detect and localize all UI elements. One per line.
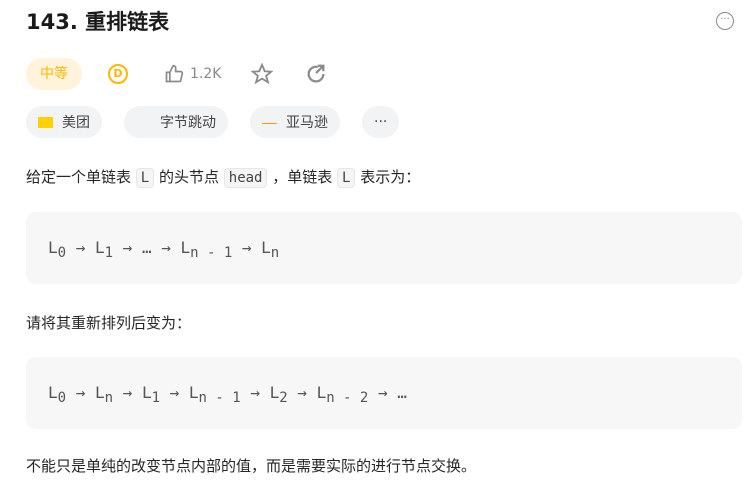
tag-amazon[interactable]: 亚马逊 — [250, 106, 340, 138]
code-text: → L — [232, 238, 271, 257]
company-tags: 美团 字节跳动 亚马逊 ··· — [26, 106, 400, 138]
code-text: → L — [113, 383, 152, 402]
problem-title: 143. 重排链表 — [26, 10, 170, 34]
code-subscript: n — [270, 245, 280, 261]
code-text: L — [48, 238, 58, 257]
meta-row: 中等 D 1.2K — [26, 58, 327, 90]
code-subscript: n - 1 — [198, 390, 241, 406]
code-text: → L — [240, 383, 280, 402]
description-paragraph-3: 不能只是单纯的改变节点内部的值，而是需要实际的进行节点交换。 — [26, 457, 477, 475]
description-paragraph-1: 给定一个单链表 L 的头节点 head ，单链表 L 表示为： — [26, 168, 421, 188]
code-subscript: n - 2 — [326, 390, 369, 406]
code-text: L — [48, 383, 58, 402]
thumbs-up-icon — [165, 64, 184, 83]
code-text: → L — [287, 383, 327, 402]
code-text: → L — [66, 238, 105, 257]
more-tags-button[interactable]: ··· — [362, 106, 400, 138]
like-count: 1.2K — [190, 66, 222, 82]
code-text: → L — [160, 383, 199, 402]
description-paragraph-2: 请将其重新排列后变为： — [26, 314, 192, 332]
code-subscript: n — [104, 390, 114, 406]
code-text: → … → L — [113, 238, 191, 257]
tag-bytedance[interactable]: 字节跳动 — [124, 106, 228, 138]
code-text: → … — [368, 383, 407, 402]
code-subscript: 1 — [151, 390, 161, 406]
code-text: → L — [66, 383, 105, 402]
code-subscript: 0 — [57, 245, 67, 261]
tag-meituan[interactable]: 美团 — [26, 106, 102, 138]
amazon-logo-icon — [262, 120, 277, 124]
coin-icon[interactable]: D — [108, 64, 128, 84]
code-subscript: n - 1 — [190, 245, 233, 261]
difficulty-badge: 中等 — [26, 58, 82, 90]
share-icon[interactable] — [305, 63, 327, 85]
more-options-icon[interactable]: ··· — [716, 12, 734, 30]
code-subscript: 2 — [279, 390, 288, 406]
star-icon[interactable] — [251, 63, 274, 85]
code-subscript: 1 — [104, 245, 114, 261]
code-block-reordered: L0 → Ln → L1 → Ln - 1 → L2 → Ln - 2 → … — [26, 357, 742, 429]
code-block-original: L0 → L1 → … → Ln - 1 → Ln — [26, 212, 742, 284]
like-button[interactable]: 1.2K — [164, 64, 221, 84]
meituan-logo-icon — [38, 116, 53, 128]
code-subscript: 0 — [57, 390, 67, 406]
